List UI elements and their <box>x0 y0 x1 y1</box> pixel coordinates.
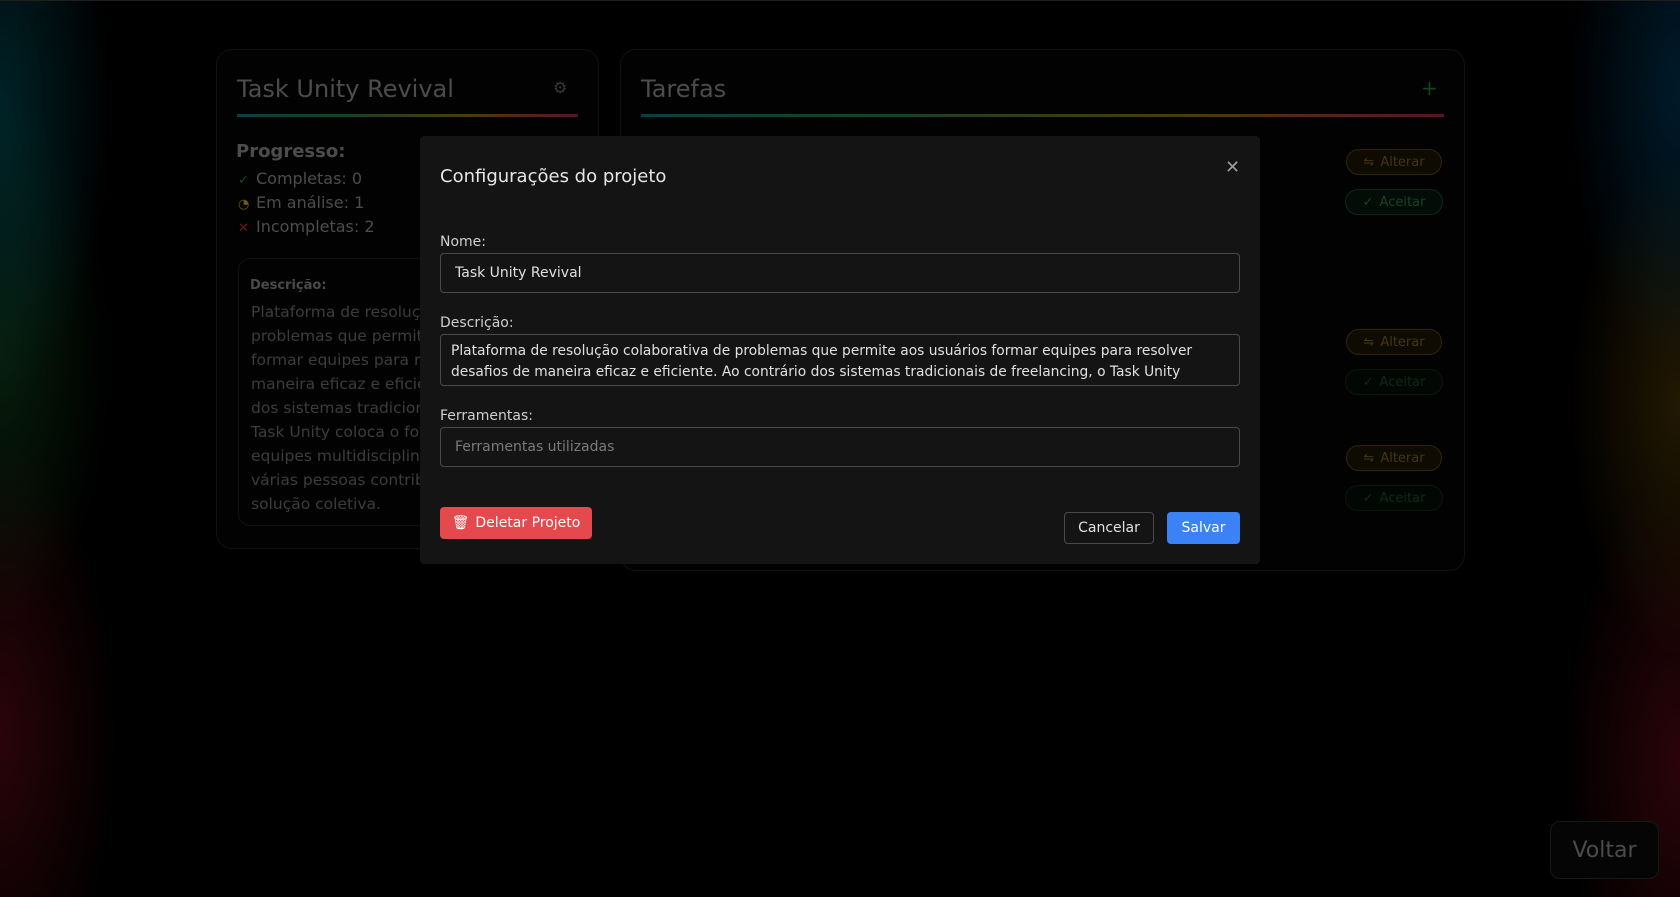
delete-project-button[interactable]: 🗑 Deletar Projeto <box>440 507 592 539</box>
trash-icon: 🗑 <box>451 515 470 531</box>
modal-title: Configurações do projeto <box>440 166 667 187</box>
name-field[interactable] <box>440 253 1240 293</box>
name-label: Nome: <box>440 234 487 250</box>
delete-project-label: Deletar Projeto <box>475 515 581 531</box>
project-settings-modal: Configurações do projeto ✕ Nome: Descriç… <box>420 136 1260 564</box>
save-button[interactable]: Salvar <box>1167 512 1240 544</box>
close-icon[interactable]: ✕ <box>1225 157 1240 178</box>
cancel-button[interactable]: Cancelar <box>1064 512 1154 544</box>
tools-label: Ferramentas: <box>440 408 533 424</box>
description-field-label: Descrição: <box>440 315 514 331</box>
description-field[interactable]: Plataforma de resolução colaborativa de … <box>440 334 1240 386</box>
tools-field[interactable] <box>440 427 1240 467</box>
